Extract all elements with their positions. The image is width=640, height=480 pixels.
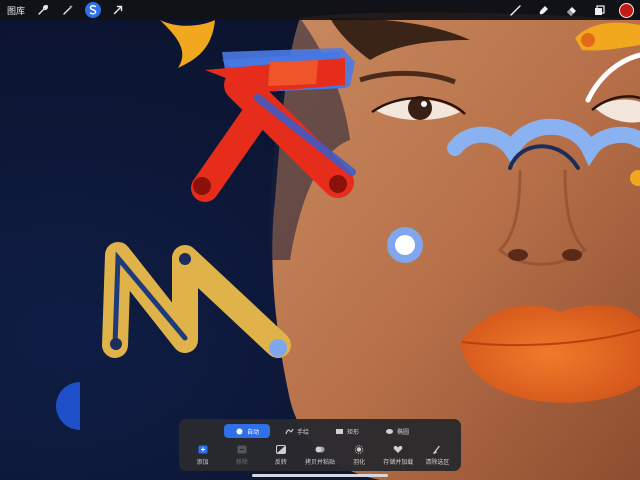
eraser-icon[interactable]	[563, 2, 579, 18]
action-label: 移除	[235, 459, 248, 466]
action-label: 添加	[196, 459, 209, 466]
mode-label: 矩形	[346, 428, 359, 436]
mode-rectangle[interactable]: 矩形	[324, 424, 370, 438]
selection-modes: 自动 手绘 矩形 椭圆	[224, 424, 424, 438]
action-label: 反转	[274, 459, 287, 466]
wrench-icon[interactable]	[35, 2, 51, 18]
clear-selection-button[interactable]: 清除选区	[418, 444, 456, 466]
selection-panel: 自动 手绘 矩形 椭圆 添加 移除 反转 拷贝并粘贴 羽化 存储并加载 清除选区	[179, 419, 461, 471]
top-toolbar: 图库	[0, 0, 640, 20]
feather-icon	[353, 444, 365, 454]
magic-wand-icon[interactable]	[60, 2, 76, 18]
gallery-button[interactable]: 图库	[7, 4, 25, 17]
feather-button[interactable]: 羽化	[340, 444, 378, 466]
layers-icon[interactable]	[591, 2, 607, 18]
dot-icon	[235, 428, 244, 435]
add-button[interactable]: 添加	[184, 444, 222, 466]
add-icon	[197, 444, 209, 454]
save-load-icon	[392, 444, 404, 454]
remove-icon	[236, 444, 248, 454]
action-label: 拷贝并粘贴	[304, 459, 335, 466]
transform-arrow-icon[interactable]	[110, 2, 126, 18]
mode-ellipse[interactable]: 椭圆	[374, 424, 420, 438]
drawing-canvas[interactable]	[0, 0, 640, 480]
ellipse-icon	[385, 428, 394, 435]
mode-label: 椭圆	[396, 428, 409, 436]
mode-freehand[interactable]: 手绘	[274, 424, 320, 438]
rectangle-icon	[335, 428, 344, 435]
selection-actions: 添加 移除 反转 拷贝并粘贴 羽化 存储并加载 清除选区	[179, 444, 461, 466]
remove-button[interactable]: 移除	[223, 444, 261, 466]
copy-paste-icon	[314, 444, 326, 454]
freehand-icon	[285, 428, 294, 435]
smudge-icon[interactable]	[535, 2, 551, 18]
invert-button[interactable]: 反转	[262, 444, 300, 466]
home-indicator[interactable]	[252, 474, 388, 477]
copy-paste-button[interactable]: 拷贝并粘贴	[301, 444, 339, 466]
color-picker-swatch[interactable]	[619, 2, 634, 18]
mode-label: 手绘	[296, 428, 309, 436]
selection-icon[interactable]	[85, 2, 102, 18]
invert-icon	[275, 444, 287, 454]
right-tools	[495, 2, 634, 18]
action-label: 羽化	[353, 459, 366, 466]
mode-automatic[interactable]: 自动	[224, 424, 270, 438]
action-label: 清除选区	[425, 459, 450, 466]
brush-icon[interactable]	[507, 2, 523, 18]
clear-selection-icon	[431, 444, 443, 454]
mode-label: 自动	[246, 428, 259, 436]
action-label: 存储并加载	[383, 459, 414, 466]
save-load-button[interactable]: 存储并加载	[379, 444, 417, 466]
